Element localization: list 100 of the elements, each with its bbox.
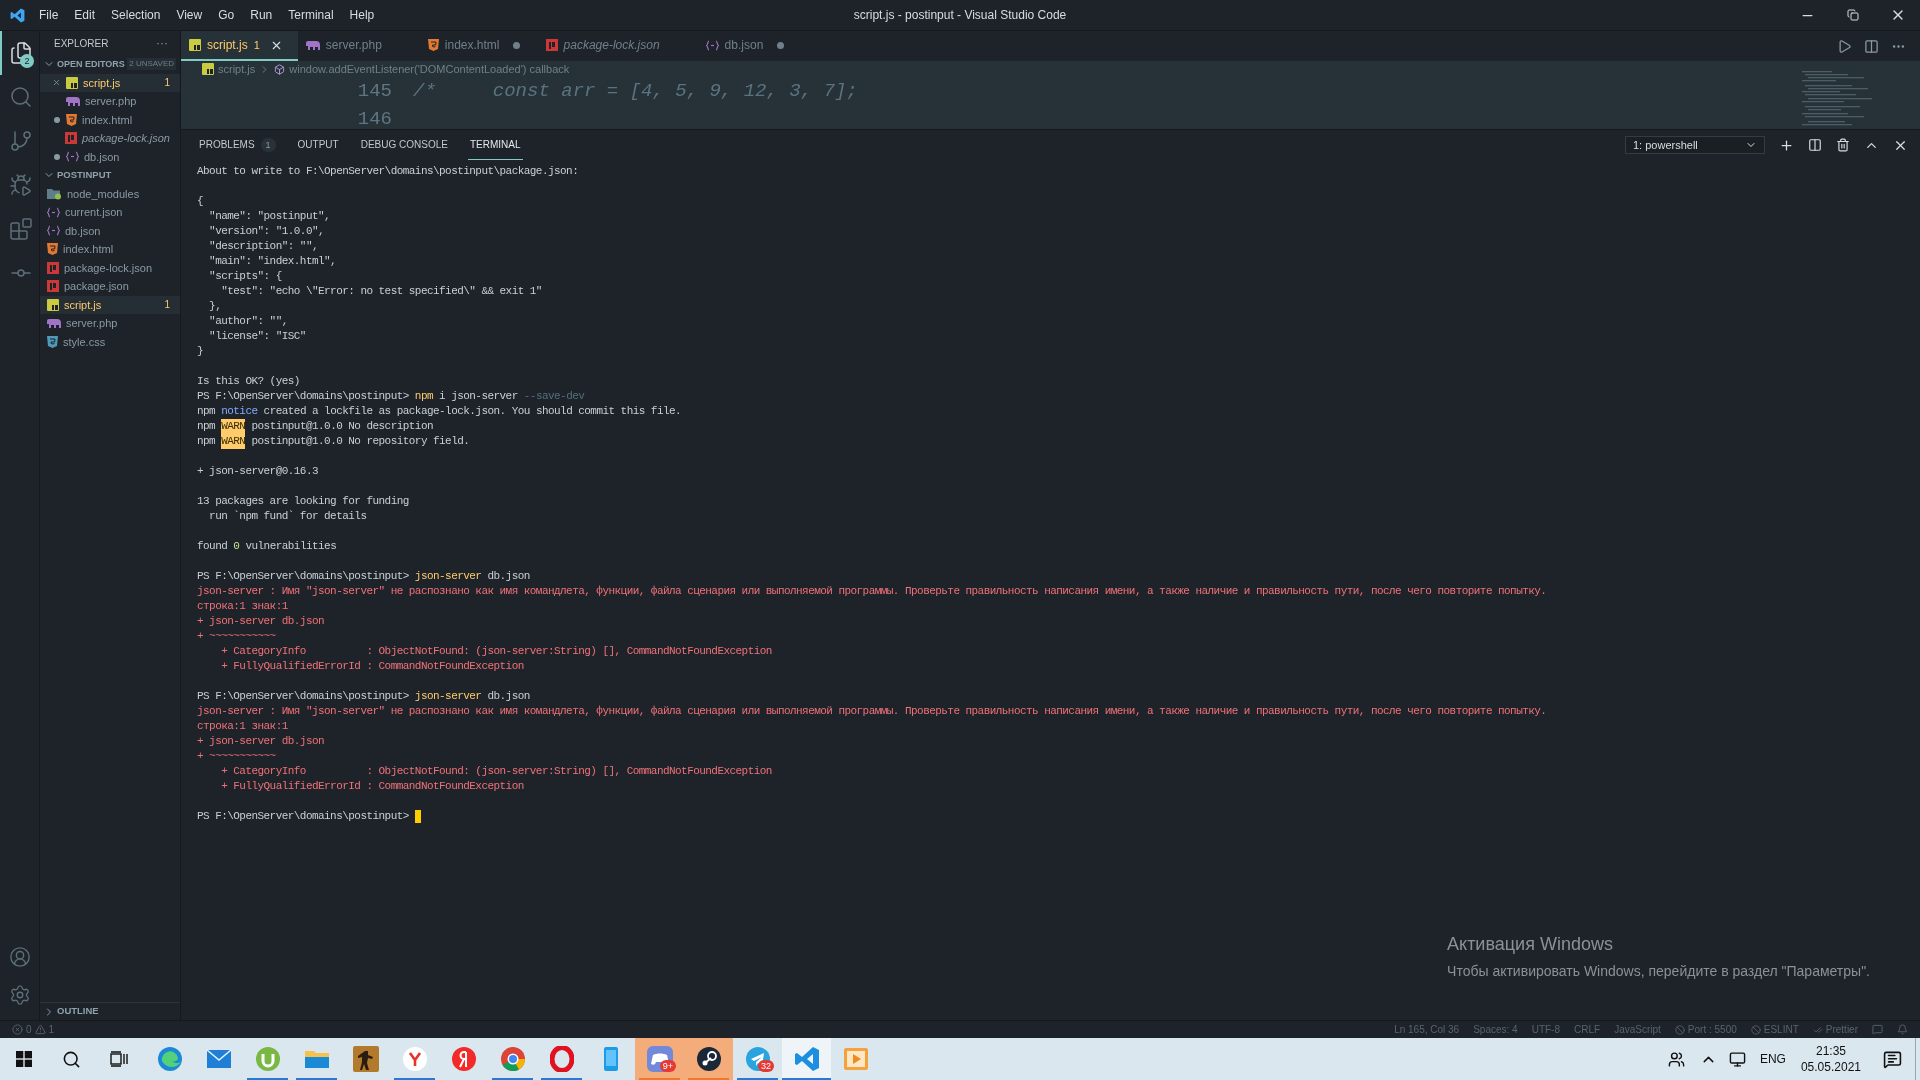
menu-item[interactable]: Go <box>218 6 235 24</box>
terminal-text: PS F:\OpenServer\domains\postinput> <box>197 569 410 584</box>
file-name: package.json <box>64 279 129 294</box>
menu-item[interactable]: View <box>176 6 203 24</box>
terminal-text: + CategoryInfo : ObjectNotFound: (json-server:String) [], CommandNotFoundException <box>220 764 772 779</box>
warning-icon <box>34 1024 46 1035</box>
file-tree-item[interactable]: server.php <box>40 314 180 333</box>
restore-icon[interactable] <box>1846 9 1859 21</box>
taskbar-app[interactable]: 32 <box>733 1038 782 1080</box>
script-file-icon <box>66 76 78 89</box>
swirl-icon <box>156 1046 183 1072</box>
file-name: script.js <box>64 297 102 313</box>
language-indicator[interactable]: ENG <box>1752 1050 1793 1068</box>
file-tree-item[interactable]: index.html <box>40 240 180 259</box>
terminal-text: PS F:\OpenServer\domains\postinput> <box>197 689 410 704</box>
people-icon[interactable] <box>1668 1050 1686 1068</box>
files-icon[interactable] <box>8 41 33 65</box>
file-tree-item[interactable]: package-lock.json <box>40 258 180 277</box>
play-bug-icon[interactable] <box>8 173 33 197</box>
warning-label: WARN <box>221 419 246 434</box>
editor-tab[interactable]: server.php <box>297 31 420 61</box>
open-editor-item[interactable]: index.html <box>40 110 180 129</box>
panel-tab[interactable]: OUTPUT <box>295 130 341 160</box>
section-header[interactable]: POSTINPUT <box>40 166 180 185</box>
terminal-text: Is this OK? (yes) <box>197 374 300 389</box>
add-icon[interactable] <box>1779 137 1794 153</box>
feedback-icon[interactable] <box>1872 1024 1883 1035</box>
menu-item[interactable]: Run <box>250 6 273 24</box>
section-title: POSTINPUT <box>57 168 112 183</box>
running-indicator <box>296 1078 337 1080</box>
editor-tab[interactable]: db.json <box>697 31 802 61</box>
file-tree-item[interactable]: node_modules <box>40 184 180 203</box>
panel-tab[interactable]: DEBUG CONSOLE <box>358 130 450 160</box>
open-editor-item[interactable]: package-lock.json <box>40 129 180 148</box>
circle-icon <box>450 1046 477 1072</box>
open-editor-item[interactable]: script.js 1 <box>40 73 180 92</box>
split-icon[interactable] <box>1808 138 1822 152</box>
tab-label: OUTPUT <box>297 138 339 152</box>
open-editor-item[interactable]: server.php <box>40 92 180 111</box>
menu-item[interactable]: Selection <box>111 6 161 24</box>
file-tree-item[interactable]: package.json <box>40 277 180 296</box>
terminal-text: i json-server <box>438 389 519 404</box>
split-editor-icon[interactable] <box>1864 38 1879 54</box>
terminal-text: npm <box>414 389 433 404</box>
clock[interactable]: 21:35 05.05.2021 <box>1792 1043 1869 1075</box>
file-tree-item[interactable]: style.css <box>40 332 180 351</box>
trash-icon[interactable] <box>1836 138 1850 152</box>
file-tree-item[interactable]: db.json <box>40 221 180 240</box>
branch-icon[interactable] <box>8 129 33 153</box>
section-header[interactable]: OPEN EDITORS 2 UNSAVED <box>40 55 180 74</box>
terminal-text: postinput@1.0.0 No description <box>250 419 434 434</box>
file-name: package-lock.json <box>64 260 153 276</box>
monitor-icon[interactable] <box>1729 1050 1747 1068</box>
task-view-icon[interactable] <box>110 1051 128 1067</box>
running-indicator <box>782 1078 831 1080</box>
terminal-text: + ~~~~~~~~~~~ <box>197 749 276 764</box>
terminal-text: json-server <box>414 569 482 584</box>
run-icon[interactable] <box>1837 38 1852 54</box>
terminal-text: "scripts": { <box>208 269 282 284</box>
menu-item[interactable]: Terminal <box>288 6 334 24</box>
editor-tab[interactable]: package-lock.json <box>537 31 698 61</box>
shield-icon <box>66 113 77 126</box>
terminal-text: db.json <box>486 689 530 704</box>
phone-icon <box>602 1046 619 1072</box>
tab-label: PROBLEMS <box>199 138 255 152</box>
open-editor-item[interactable]: db.json <box>40 147 180 166</box>
circle-icon <box>695 1046 722 1072</box>
more-actions-button[interactable]: ··· <box>156 34 168 52</box>
menu-item[interactable]: File <box>39 6 59 24</box>
running-indicator <box>394 1078 435 1080</box>
extensions-icon[interactable] <box>8 217 33 241</box>
terminal-text: + FullyQualifiedErrorId : CommandNotFoundException <box>220 779 524 794</box>
panel-tab[interactable]: TERMINAL <box>467 130 523 160</box>
line-number: 146 <box>356 106 392 129</box>
editor-tab[interactable]: index.html <box>419 31 538 61</box>
account-icon[interactable] <box>8 946 31 968</box>
taskbar-app[interactable]: 9+ <box>635 1038 684 1080</box>
terminal-text: PS F:\OpenServer\domains\postinput> <box>197 389 410 404</box>
cube-icon <box>274 63 286 75</box>
taskbar-app[interactable] <box>684 1038 733 1080</box>
menu-item[interactable]: Edit <box>74 6 96 24</box>
bell-icon[interactable] <box>1897 1024 1908 1035</box>
menu-item[interactable]: Help <box>349 6 375 24</box>
terminal-text: "version": "1.0.0", <box>208 224 325 239</box>
breadcrumb-item[interactable]: script.js <box>218 61 256 78</box>
terminal-text: строка:1 знак:1 <box>197 719 288 734</box>
terminal-select[interactable]: 1: powershell <box>1625 136 1765 154</box>
search-icon[interactable] <box>61 1049 81 1069</box>
file-tree-item[interactable]: script.js 1 <box>40 295 180 314</box>
editor-tab[interactable]: script.js 1 <box>181 31 298 61</box>
file-tree-item[interactable]: current.json <box>40 203 180 222</box>
unsaved-badge: 2 UNSAVED <box>127 58 176 71</box>
notifications-icon[interactable] <box>1882 1049 1902 1069</box>
package-icon <box>64 132 77 145</box>
script-file-icon <box>202 63 214 75</box>
settings-icon[interactable] <box>8 984 31 1006</box>
breadcrumb-item[interactable]: window.addEventListener('DOMContentLoaded') callback <box>289 61 570 78</box>
panel-tab[interactable]: PROBLEMS 1 <box>197 130 278 160</box>
terminal-text: found <box>197 539 229 554</box>
section-title: OPEN EDITORS <box>57 57 125 71</box>
